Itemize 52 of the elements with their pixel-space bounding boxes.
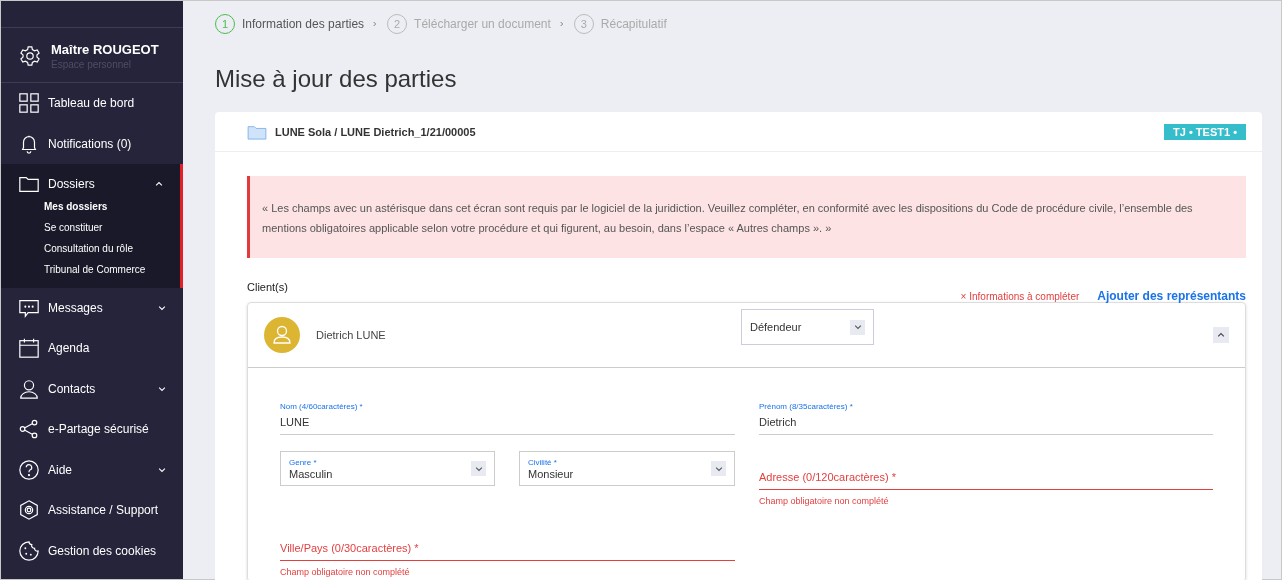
person-icon	[18, 377, 40, 400]
add-representatives-link[interactable]: Ajouter des représentants	[1097, 289, 1246, 303]
folder-icon	[247, 123, 267, 140]
avatar-icon	[264, 317, 300, 353]
chevron-icon	[557, 20, 566, 28]
user-name: Maître ROUGEOT	[51, 42, 159, 57]
input-field[interactable]: Prénom (8/35caractères) * Dietrich	[759, 396, 1213, 435]
field-label: Genre *	[289, 457, 318, 467]
error-message: Champ obligatoire non complété	[759, 496, 890, 506]
nav-item[interactable]: Gestion des cookies	[1, 530, 183, 571]
field-label: Nom (4/60caractères) *	[280, 402, 364, 411]
field-label: Adresse (0/120caractères) *	[759, 471, 897, 483]
submenu-item[interactable]: Se constituer	[44, 219, 103, 236]
calendar-icon	[18, 337, 40, 360]
submenu-item[interactable]: Consultation du rôle	[44, 240, 133, 257]
grid-icon	[18, 92, 40, 115]
role-select[interactable]: Défendeur	[741, 309, 874, 345]
settings-icon	[19, 45, 41, 67]
section-label: Client(s)	[247, 281, 289, 293]
collapse-button[interactable]	[1213, 327, 1229, 343]
case-name: LUNE Sola / LUNE Dietrich_1/21/00005	[275, 125, 477, 138]
error-message: Champ obligatoire non complété	[280, 567, 411, 577]
input-field[interactable]: Nom (4/60caractères) * LUNE	[280, 396, 735, 435]
field-label: Ville/Pays (0/30caractères) *	[280, 542, 420, 554]
alert-message: « Les champs avec un astérisque dans cet écran sont requis par le logiciel de la juridiction. Veuillez compléter, en conformité avec les dispositions du Code de procédure civile, l’ensemble des mentions obligatoires applicable selon votre procédure et qui figurent, au besoin, dans l’espace « Autres champs ». »	[247, 176, 1246, 258]
input-field[interactable]: Adresse (0/120caractères) *	[759, 451, 1213, 490]
nav-item[interactable]: Messages	[1, 287, 183, 328]
field-label: Civilité *	[528, 457, 558, 467]
field-label: Prénom (8/35caractères) *	[759, 402, 854, 411]
nav-item[interactable]: Contacts	[1, 368, 183, 409]
nav-item[interactable]: Aide	[1, 449, 183, 490]
dropdown-icon	[852, 322, 863, 332]
input-field[interactable]: Ville/Pays (0/30caractères) *	[280, 522, 735, 561]
warning-text: × Informations à compléter	[960, 290, 1080, 302]
nav-item[interactable]: e-Partage sécurisé	[1, 409, 183, 450]
client-name: Dietrich LUNE	[316, 329, 387, 341]
step-label[interactable]: Information des parties	[242, 17, 365, 31]
select-field[interactable]: Civilité * Monsieur	[519, 451, 735, 486]
select-field[interactable]: Genre * Masculin	[280, 451, 495, 486]
nav-item[interactable]: Agenda	[1, 328, 183, 369]
nav-item[interactable]: Notifications (0)	[1, 123, 183, 164]
share-icon	[18, 418, 40, 441]
collapse-icon	[1216, 330, 1226, 340]
cookie-icon	[18, 539, 40, 562]
court-badge: TJ • TEST1 •	[1164, 123, 1246, 140]
help-icon	[18, 458, 40, 481]
nav-item[interactable]: Assistance / Support	[1, 490, 183, 531]
nav-item[interactable]: Tableau de bord	[1, 83, 183, 124]
hexagon-icon	[18, 499, 40, 522]
submenu-item[interactable]: Mes dossiers	[44, 198, 108, 215]
page-title: Mise à jour des parties	[215, 65, 458, 94]
submenu-item[interactable]: Tribunal de Commerce	[44, 261, 146, 278]
